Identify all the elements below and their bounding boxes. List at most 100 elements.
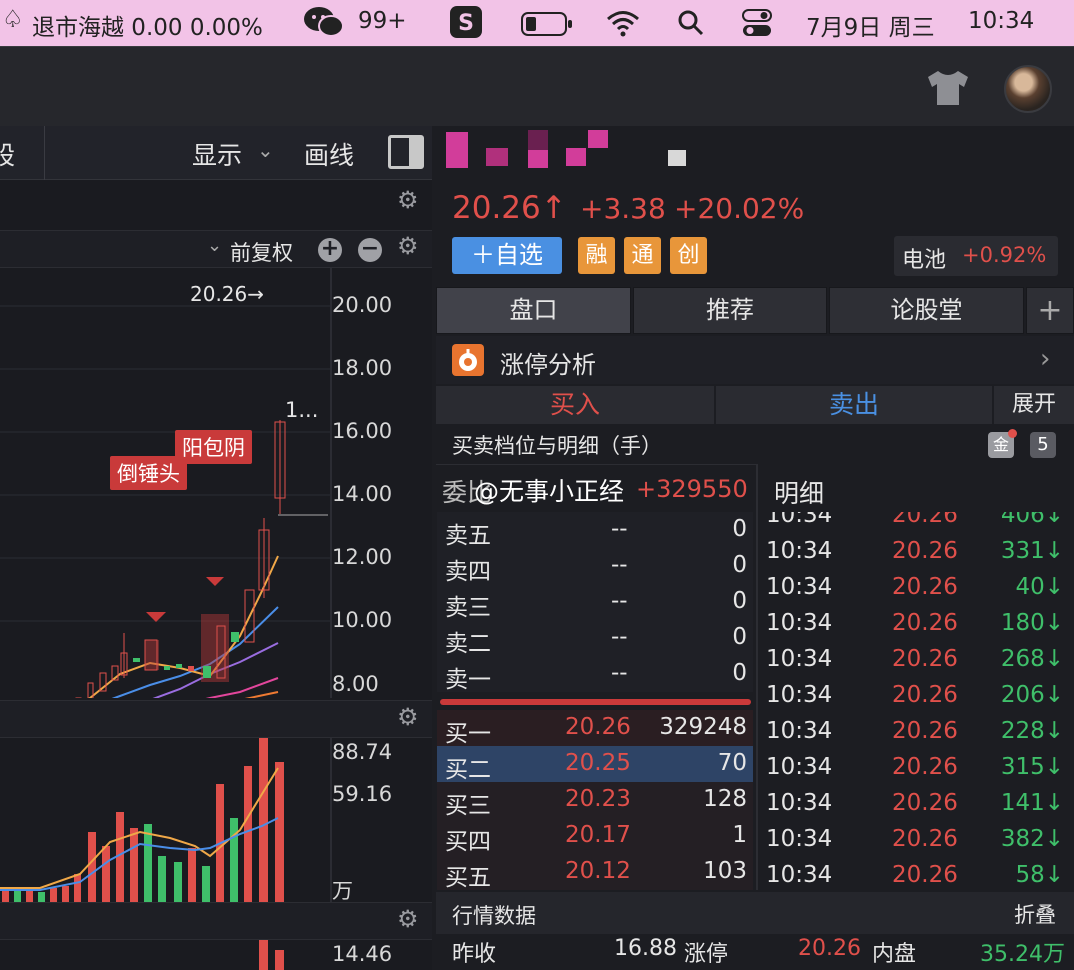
bid-volume: 70 — [717, 750, 747, 776]
bid-row[interactable]: 买三 20.23 128 — [437, 782, 753, 819]
bid-row[interactable]: 买一 20.26 329248 — [437, 710, 753, 747]
spade-icon[interactable]: ♤ — [2, 5, 24, 33]
trade-time: 10:34 — [766, 512, 833, 528]
pattern-label-bullish-engulfing[interactable]: 阳包阴 — [175, 430, 252, 464]
price-axis-tick: 18.00 — [332, 356, 393, 380]
prev-close-label: 昨收 — [452, 942, 497, 967]
limit-up-analysis-row[interactable]: 涨停分析 › — [436, 336, 1074, 384]
draw-line-button[interactable]: 画线 — [304, 136, 354, 172]
price-axis-tick: 12.00 — [332, 545, 393, 569]
bid-price: 20.17 — [565, 822, 631, 848]
ask-volume: 0 — [732, 624, 747, 650]
ask-label: 卖一 — [445, 667, 491, 693]
stock-alert-ticker[interactable]: 退市海越 0.00 0.00% — [32, 8, 263, 42]
ask-row[interactable]: 卖四 -- 0 — [437, 548, 753, 585]
chinext-badge[interactable]: 创 — [670, 237, 707, 274]
trade-volume: 382↓ — [1000, 826, 1064, 852]
tshirt-skin-icon[interactable] — [924, 69, 972, 111]
volume-axis-tick: 88.74 — [332, 740, 393, 764]
market-data-title: 行情数据 — [452, 904, 536, 928]
connect-badge[interactable]: 通 — [624, 237, 661, 274]
market-data-row: 昨收 16.88 涨停 20.26 内盘 35.24万 — [436, 934, 1074, 970]
chevron-down-icon[interactable]: ⌄ — [207, 235, 222, 256]
stock-name-mosaic — [436, 126, 736, 190]
trade-volume: 228↓ — [1000, 718, 1064, 744]
app-s-icon[interactable]: S — [450, 6, 482, 44]
chevron-down-icon[interactable]: ⌄ — [257, 138, 274, 162]
settings-gear-icon[interactable]: ⚙ — [397, 232, 419, 260]
period-tab-label[interactable]: 股 — [0, 136, 15, 172]
battery-icon[interactable] — [521, 11, 573, 43]
trade-row: 10:34 20.26 228↓ — [766, 718, 1074, 754]
zoom-in-icon[interactable]: + — [318, 238, 342, 262]
wechat-icon[interactable] — [303, 6, 345, 44]
tab-forum[interactable]: 论股堂 — [829, 287, 1024, 334]
chart-panel: 股 显示 ⌄ 画线 ⚙ ⌄ 前复权 + − ⚙ 20.26→ 1... 倒锤头 … — [0, 126, 432, 970]
price-axis-tick: 16.00 — [332, 419, 393, 443]
ask-label: 卖二 — [445, 631, 491, 657]
trade-price: 20.26 — [892, 862, 958, 888]
depth-level-button[interactable]: 5 — [1030, 432, 1056, 458]
control-center-icon[interactable] — [742, 8, 772, 44]
orderbook-title: 买卖档位与明细（手） — [452, 434, 662, 458]
ask-row[interactable]: 卖五 -- 0 — [437, 512, 753, 549]
ask-price: -- — [611, 624, 628, 650]
trade-details-list[interactable]: 10:34 20.26 406↓ 10:34 20.26 331↓ 10:34 20.26… — [758, 512, 1074, 890]
settings-gear-icon[interactable]: ⚙ — [397, 703, 419, 731]
add-watchlist-button[interactable]: ＋自选 — [452, 237, 562, 274]
ma-line-gold — [87, 555, 279, 698]
bid-row[interactable]: 买二 20.25 70 — [437, 746, 753, 783]
trade-row: 10:34 20.26 180↓ — [766, 610, 1074, 646]
trade-price: 20.26 — [892, 718, 958, 744]
ask-volume: 0 — [732, 552, 747, 578]
price-axis-tick: 8.00 — [332, 672, 379, 696]
wifi-icon[interactable] — [606, 9, 640, 43]
sell-button[interactable]: 卖出 — [716, 386, 992, 424]
bid-label: 买一 — [445, 721, 491, 747]
tab-orderbook[interactable]: 盘口 — [436, 287, 631, 334]
tab-recommend[interactable]: 推荐 — [633, 287, 827, 334]
display-menu-label[interactable]: 显示 — [192, 136, 242, 172]
menubar-date[interactable]: 7月9日 周三 — [806, 8, 935, 42]
trade-volume: 315↓ — [1000, 754, 1064, 780]
sector-chip[interactable]: 电池 +0.92% — [894, 236, 1058, 276]
bid-row[interactable]: 买四 20.17 1 — [437, 818, 753, 855]
level2-icon[interactable]: 金 — [988, 429, 1017, 458]
user-avatar[interactable] — [1004, 65, 1052, 113]
ask-row[interactable]: 卖三 -- 0 — [437, 584, 753, 621]
trade-price: 20.26 — [892, 574, 958, 600]
menubar-time[interactable]: 10:34 — [968, 8, 1034, 34]
settings-gear-icon[interactable]: ⚙ — [397, 905, 419, 933]
indicator-chart[interactable] — [0, 940, 332, 970]
order-ratio-value: +329550 — [636, 475, 748, 503]
buy-button[interactable]: 买入 — [436, 386, 714, 424]
trade-volume: 268↓ — [1000, 646, 1064, 672]
trade-row: 10:34 20.26 331↓ — [766, 538, 1074, 574]
bid-row[interactable]: 买五 20.12 103 — [437, 854, 753, 891]
settings-gear-icon[interactable]: ⚙ — [397, 186, 419, 214]
trade-volume: 141↓ — [1000, 790, 1064, 816]
watermark-text: @无事小正经 — [474, 477, 625, 506]
trade-volume: 406↓ — [1000, 512, 1064, 528]
zoom-out-icon[interactable]: − — [358, 238, 382, 262]
ask-row[interactable]: 卖一 -- 0 — [437, 656, 753, 693]
volume-unit-label: 万 — [332, 879, 353, 903]
collapse-button[interactable]: 折叠 — [1014, 899, 1056, 929]
panel-toggle-icon[interactable] — [388, 135, 424, 169]
trade-time: 10:34 — [766, 862, 833, 888]
ask-row[interactable]: 卖二 -- 0 — [437, 620, 753, 657]
limit-up-icon — [452, 344, 484, 376]
margin-trading-badge[interactable]: 融 — [578, 237, 615, 274]
order-ratio-row: 委比 +329550 @无事小正经 — [436, 464, 756, 512]
volume-chart[interactable] — [0, 738, 332, 902]
add-tab-button[interactable]: + — [1026, 287, 1074, 334]
ask-label: 卖四 — [445, 559, 491, 585]
details-title: 明细 — [774, 479, 825, 508]
trade-time: 10:34 — [766, 610, 833, 636]
svg-text:S: S — [458, 11, 474, 36]
bid-label: 买四 — [445, 829, 491, 855]
spotlight-search-icon[interactable] — [677, 9, 705, 43]
trade-row: 10:34 20.26 406↓ — [766, 512, 1074, 538]
price-adjust-label[interactable]: 前复权 — [230, 237, 293, 267]
expand-button[interactable]: 展开 — [994, 386, 1074, 424]
